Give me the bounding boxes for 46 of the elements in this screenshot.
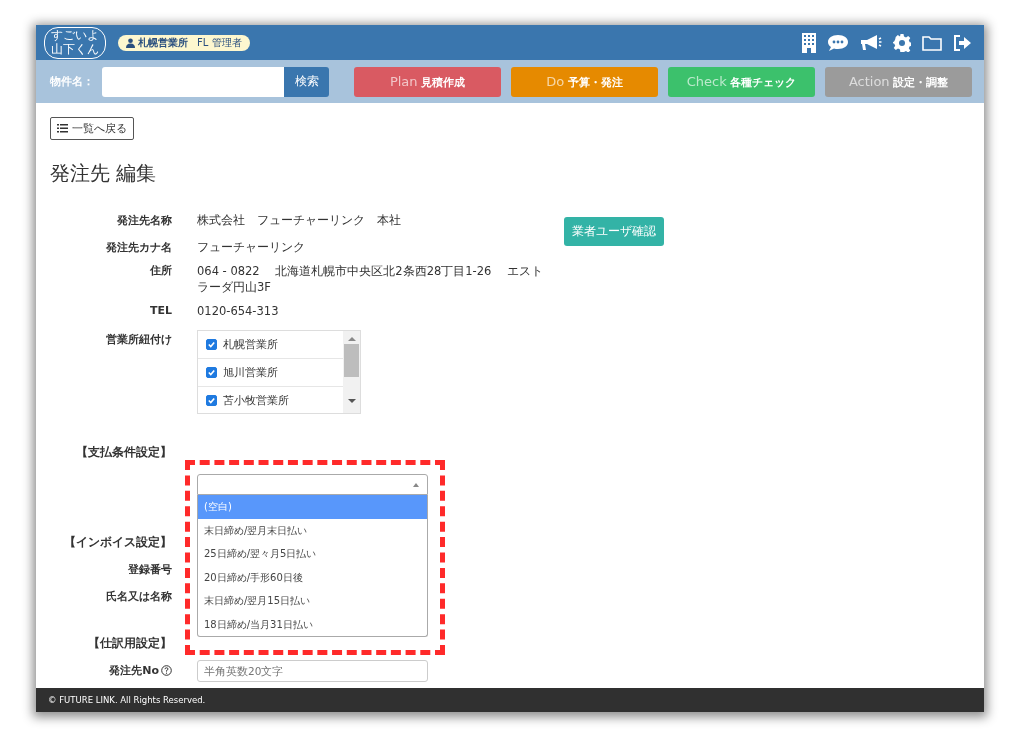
field-label: 発注先名称: [116, 213, 172, 228]
settings-icon[interactable]: [893, 33, 911, 52]
phase-button[interactable]: Plan 見積作成: [354, 66, 501, 97]
payment-select[interactable]: [197, 474, 428, 495]
folder-icon[interactable]: [922, 34, 942, 51]
back-button[interactable]: 一覧へ戻る: [50, 117, 134, 140]
section-heading: 【インボイス設定】: [63, 534, 172, 551]
logout-icon[interactable]: [953, 34, 972, 51]
logo[interactable]: すごいよ 山下くん: [44, 26, 106, 59]
office-option[interactable]: 札幌営業所: [198, 331, 343, 359]
dropdown-option[interactable]: 末日締め/翌月15日払い: [198, 589, 427, 613]
dropdown-option[interactable]: 18日締め/当月31日払い: [198, 612, 427, 636]
dropdown-option[interactable]: 25日締め/翌々月5日払い: [198, 542, 427, 566]
caret-icon: [413, 482, 419, 487]
field-value: 0120-654-313: [197, 303, 279, 318]
checkbox[interactable]: [206, 367, 217, 378]
megaphone-icon[interactable]: [860, 33, 882, 52]
person-icon: [126, 37, 135, 48]
search-field[interactable]: [102, 66, 284, 97]
field-label: 登録番号: [127, 562, 172, 577]
field-label: 氏名又は名称: [105, 589, 172, 604]
chat-icon[interactable]: [827, 33, 849, 52]
user-badge: 札幌営業所 FL 管理者: [118, 34, 250, 51]
vendor-no-field[interactable]: 半角英数20文字: [197, 659, 428, 682]
field-value: フューチャーリンク: [197, 240, 305, 255]
field-label: TEL: [148, 304, 172, 317]
section-heading: 【仕訳用設定】: [87, 635, 172, 652]
field-label: 発注先No: [109, 663, 159, 678]
list-icon: [57, 124, 68, 133]
field-value: 064 - 0822 北海道札幌市中央区北2条西28丁目1-26 エストラーダ円山3F: [197, 263, 545, 295]
field-value: 株式会社 フューチャーリンク 本社: [197, 213, 401, 228]
field-label: 営業所紐付け: [105, 332, 172, 347]
scrollbar[interactable]: [343, 331, 360, 413]
section-heading: 【支払条件設定】: [75, 444, 172, 461]
checkbox[interactable]: [206, 395, 217, 406]
checkbox[interactable]: [206, 339, 217, 350]
building-icon[interactable]: [802, 32, 816, 53]
page-title: 発注先 編集: [50, 160, 158, 187]
dropdown-option[interactable]: 末日締め/翌月末日払い: [198, 518, 427, 542]
help-icon[interactable]: [161, 665, 172, 676]
dropdown-option[interactable]: 20日締め/手形60日後: [198, 565, 427, 589]
field-label: 発注先カナ名: [105, 240, 172, 255]
copyright-text: © FUTURE LINK. All Rights Reserved.: [48, 695, 206, 705]
field-label: 住所: [149, 263, 172, 279]
search-label: 物件名：: [50, 74, 95, 89]
search-button[interactable]: 検索: [284, 66, 329, 97]
